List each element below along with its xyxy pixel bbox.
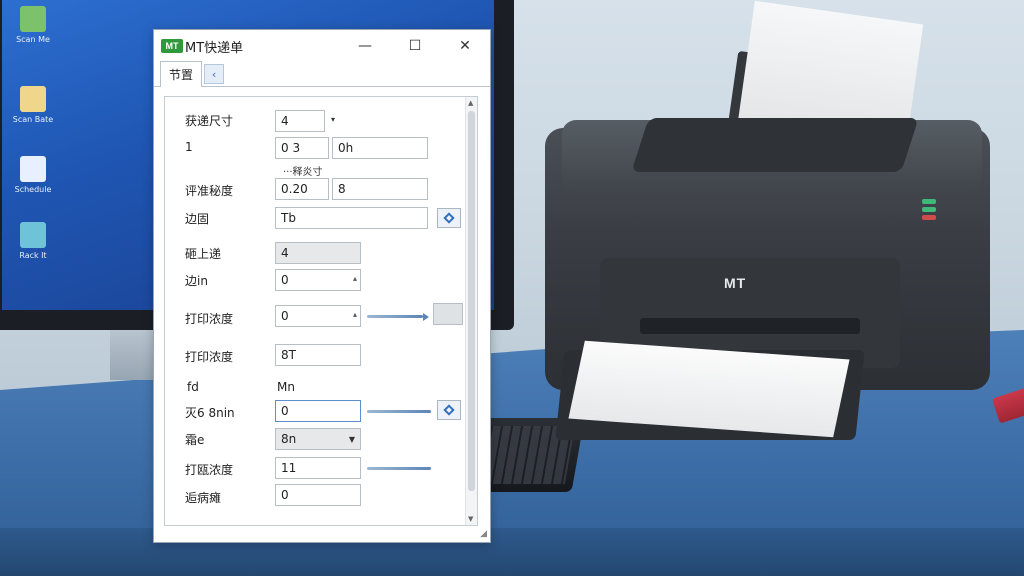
row8-label: 打印浓度 xyxy=(185,350,234,364)
row7-color-swatch[interactable] xyxy=(433,303,463,325)
row13-label: 逅病瘫 xyxy=(185,491,222,505)
settings-window: MT MT快递单 — ☐ ✕ 节置 ‹ ▲ ▼ 获递尺寸 4 ▾ 1 0 3 0… xyxy=(153,29,491,543)
row8-input[interactable]: 8T xyxy=(275,344,361,366)
row6-label: 边in xyxy=(185,274,208,288)
close-button[interactable]: ✕ xyxy=(440,30,490,62)
desktop-icon-4: Rack It xyxy=(6,222,60,260)
row4-input[interactable]: Tb xyxy=(275,207,428,229)
minimize-button[interactable]: — xyxy=(340,30,390,62)
title-bar[interactable]: MT MT快递单 — ☐ ✕ xyxy=(154,30,490,62)
row12-slider[interactable] xyxy=(367,467,431,470)
spinner-arrows-icon[interactable]: ▴ xyxy=(353,274,357,283)
tab-settings[interactable]: 节置 xyxy=(160,61,203,87)
desktop-icon-1: Scan Me xyxy=(6,6,60,44)
row5-readonly-field: 4 xyxy=(275,242,361,264)
window-controls: — ☐ ✕ xyxy=(340,30,490,62)
row13-input[interactable]: 0 xyxy=(275,484,361,506)
row2-input-a[interactable]: 0 3 xyxy=(275,137,329,159)
row7-value: 0 xyxy=(281,309,289,323)
scrollbar[interactable]: ▲ ▼ xyxy=(465,97,477,525)
row10-label: 灭6 8nin xyxy=(185,406,235,420)
size-note: ···释炎寸 xyxy=(283,167,323,178)
row4-picker-button[interactable] xyxy=(437,208,461,228)
row9-label: fd xyxy=(187,380,199,394)
resize-grip-icon[interactable]: ◢ xyxy=(480,529,487,539)
maximize-button[interactable]: ☐ xyxy=(390,30,440,62)
row7-label: 打印浓度 xyxy=(185,312,234,326)
row4-label: 边固 xyxy=(185,212,210,226)
scroll-up-icon[interactable]: ▲ xyxy=(468,99,473,107)
row5-label: 砸上递 xyxy=(185,247,222,261)
row7-spinner[interactable]: 0 ▴ xyxy=(275,305,361,327)
row1-input[interactable]: 4 xyxy=(275,110,325,132)
app-logo-icon: MT xyxy=(161,39,183,53)
window-title: MT快递单 xyxy=(185,40,244,56)
settings-panel: ▲ ▼ 获递尺寸 4 ▾ 1 0 3 0h ···释炎寸 评准秘度 0.20 8… xyxy=(164,96,478,526)
diamond-icon xyxy=(443,212,455,224)
row6-spinner[interactable]: 0 ▴ xyxy=(275,269,361,291)
row2-label: 1 xyxy=(185,140,193,154)
printer-slot xyxy=(640,318,860,334)
row11-dropdown[interactable]: 8n ▼ xyxy=(275,428,361,450)
diamond-icon xyxy=(443,404,455,416)
row1-dropdown-icon[interactable]: ▾ xyxy=(331,115,335,124)
scroll-down-icon[interactable]: ▼ xyxy=(468,515,473,523)
row6-value: 0 xyxy=(281,273,289,287)
spinner-arrows-icon[interactable]: ▴ xyxy=(353,310,357,319)
row11-label: 霜e xyxy=(185,433,205,447)
folder-icon xyxy=(20,86,46,112)
slider-arrow-icon xyxy=(423,313,429,321)
chevron-down-icon[interactable]: ▼ xyxy=(349,435,355,444)
row12-input[interactable]: 11 xyxy=(275,457,361,479)
row12-label: 打瓯浓度 xyxy=(185,463,234,477)
printer-lid xyxy=(631,118,919,172)
printer-status-lights xyxy=(912,196,952,232)
row10-slider[interactable] xyxy=(367,410,431,413)
row9-value: Mn xyxy=(277,380,295,394)
desktop-icon-2: Scan Bate xyxy=(6,86,60,124)
row10-input[interactable]: 0 xyxy=(275,400,361,422)
app-icon xyxy=(20,6,46,32)
row3-input-a[interactable]: 0.20 xyxy=(275,178,329,200)
row2-input-b[interactable]: 0h xyxy=(332,137,428,159)
row3-label: 评准秘度 xyxy=(185,184,234,198)
row1-label: 获递尺寸 xyxy=(185,114,234,128)
row7-slider[interactable] xyxy=(367,315,423,318)
desktop-icon-3: Schedule xyxy=(6,156,60,194)
shortcut-icon xyxy=(20,222,46,248)
row10-picker-button[interactable] xyxy=(437,400,461,420)
tab-back-arrow-icon[interactable]: ‹ xyxy=(204,64,225,84)
row11-value: 8n xyxy=(281,432,297,446)
printer-brand: MT xyxy=(724,275,747,291)
document-icon xyxy=(20,156,46,182)
row3-input-b[interactable]: 8 xyxy=(332,178,428,200)
scroll-thumb[interactable] xyxy=(468,111,475,491)
tab-bar: 节置 ‹ xyxy=(154,61,490,87)
